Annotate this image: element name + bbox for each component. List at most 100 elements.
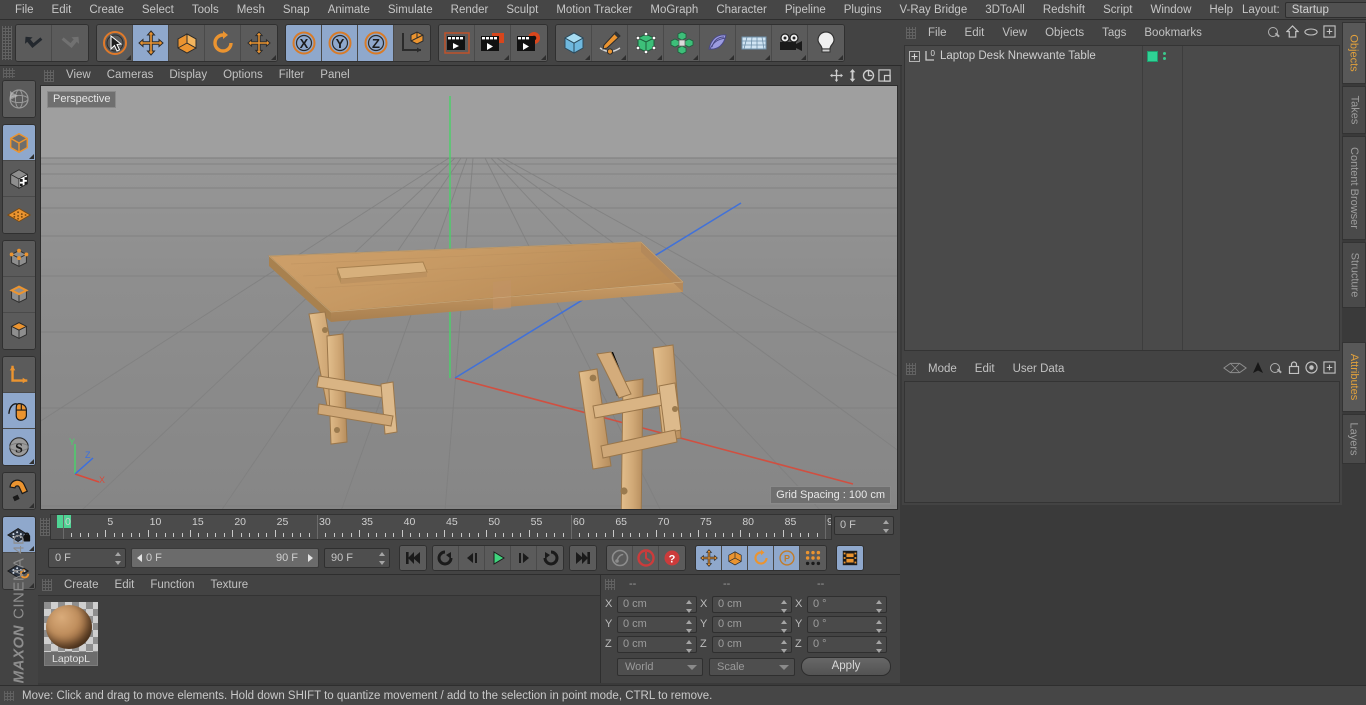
- viewport-camera-label[interactable]: Perspective: [47, 91, 117, 108]
- position-x-field[interactable]: 0 cm: [617, 595, 697, 613]
- x-axis-lock-button[interactable]: X: [286, 24, 322, 61]
- tab-attributes[interactable]: Attributes: [1342, 342, 1366, 412]
- menu-edit[interactable]: Edit: [43, 0, 81, 20]
- material-item[interactable]: LaptopL: [44, 602, 98, 666]
- visible-editor-dot[interactable]: [1163, 52, 1166, 55]
- coordinate-system-dropdown[interactable]: World: [617, 657, 703, 676]
- size-y-field[interactable]: 0 cm: [712, 615, 792, 633]
- viewmenu-view[interactable]: View: [58, 66, 99, 85]
- current-frame-field[interactable]: 0 F: [834, 516, 894, 535]
- target-icon[interactable]: [1305, 361, 1318, 377]
- rotation-y-field[interactable]: 0 °: [807, 615, 887, 633]
- toolbar-grip[interactable]: [2, 25, 12, 60]
- menu-simulate[interactable]: Simulate: [379, 0, 442, 20]
- objmgr-menu-file[interactable]: File: [919, 22, 956, 44]
- timeline-ruler[interactable]: 0 5 10 15 20 25 30 35 40 45 50 55 60 65 70 75 80 85 90: [50, 514, 832, 540]
- key-scale-button[interactable]: [722, 546, 748, 570]
- move-tool-button[interactable]: [133, 24, 169, 61]
- render-view-button[interactable]: [439, 24, 475, 61]
- home-icon[interactable]: [1285, 25, 1300, 41]
- z-axis-lock-button[interactable]: Z: [358, 24, 394, 61]
- tab-takes[interactable]: Takes: [1342, 86, 1366, 134]
- viewmenu-options[interactable]: Options: [215, 66, 271, 85]
- attr-menu-user-data[interactable]: User Data: [1004, 358, 1074, 380]
- preview-range-slider[interactable]: 0 F 90 F: [131, 548, 319, 568]
- tab-content-browser[interactable]: Content Browser: [1342, 136, 1366, 240]
- spinner-icon[interactable]: [876, 639, 883, 653]
- visibility-dots[interactable]: [1163, 52, 1166, 60]
- start-frame-field[interactable]: 0 F: [48, 548, 126, 568]
- visible-render-dot[interactable]: [1163, 57, 1166, 60]
- rotation-z-field[interactable]: 0 °: [807, 635, 887, 653]
- add-light-button[interactable]: [808, 24, 844, 61]
- menu-3dtoall[interactable]: 3DToAll: [976, 0, 1034, 20]
- spinner-icon[interactable]: [686, 619, 693, 633]
- viewport-solo-button[interactable]: [3, 393, 35, 429]
- material-tag-icon[interactable]: [1147, 50, 1158, 62]
- world-object-axis-button[interactable]: [394, 24, 430, 61]
- attr-menu-edit[interactable]: Edit: [966, 358, 1004, 380]
- enable-axis-button[interactable]: [3, 357, 35, 393]
- viewmenu-filter[interactable]: Filter: [271, 66, 313, 85]
- timeline-mode-button[interactable]: [837, 546, 863, 570]
- object-row[interactable]: 0 Laptop Desk Nnewvante Table: [905, 46, 1142, 66]
- spinner-icon[interactable]: [781, 599, 788, 613]
- rotate-tool-button[interactable]: [205, 24, 241, 61]
- menu-tools[interactable]: Tools: [183, 0, 228, 20]
- go-to-end-button[interactable]: [570, 546, 596, 570]
- menu-render[interactable]: Render: [442, 0, 498, 20]
- add-camera-button[interactable]: [772, 24, 808, 61]
- maximize-icon[interactable]: [878, 68, 892, 83]
- menu-pipeline[interactable]: Pipeline: [776, 0, 835, 20]
- menu-snap[interactable]: Snap: [274, 0, 319, 20]
- tab-objects[interactable]: Objects: [1342, 22, 1366, 84]
- add-modelling-object-button[interactable]: [664, 24, 700, 61]
- key-rotation-button[interactable]: [748, 546, 774, 570]
- polygons-mode-button[interactable]: [3, 313, 35, 349]
- viewmenu-panel[interactable]: Panel: [312, 66, 357, 85]
- coordinates-grip[interactable]: [605, 578, 615, 590]
- menu-select[interactable]: Select: [133, 0, 183, 20]
- search-icon[interactable]: [1269, 362, 1283, 376]
- object-tree-body[interactable]: 0 Laptop Desk Nnewvante Table: [904, 45, 1340, 351]
- viewport-grip[interactable]: [44, 69, 54, 82]
- objmgr-menu-tags[interactable]: Tags: [1093, 22, 1135, 44]
- viewmenu-cameras[interactable]: Cameras: [99, 66, 162, 85]
- workplane-mode-button[interactable]: [3, 197, 35, 233]
- material-menu-edit[interactable]: Edit: [107, 575, 143, 595]
- material-menu-create[interactable]: Create: [56, 575, 107, 595]
- attribute-manager-grip[interactable]: [906, 363, 916, 375]
- attribute-body[interactable]: [904, 381, 1340, 503]
- menu-window[interactable]: Window: [1141, 0, 1200, 20]
- menu-plugins[interactable]: Plugins: [835, 0, 891, 20]
- apply-button[interactable]: Apply: [801, 657, 891, 676]
- object-manager-grip[interactable]: [906, 27, 916, 39]
- spinner-icon[interactable]: [876, 599, 883, 613]
- texture-axis-mode-button[interactable]: [3, 81, 35, 117]
- move-alt-tool-button[interactable]: [241, 24, 277, 61]
- menu-sculpt[interactable]: Sculpt: [497, 0, 547, 20]
- menu-help[interactable]: Help: [1200, 0, 1242, 20]
- previous-frame-button[interactable]: [459, 546, 485, 570]
- add-floor-button[interactable]: [736, 24, 772, 61]
- spinner-icon[interactable]: [781, 639, 788, 653]
- tab-structure[interactable]: Structure: [1342, 242, 1366, 308]
- objmgr-menu-edit[interactable]: Edit: [956, 22, 994, 44]
- menu-redshift[interactable]: Redshift: [1034, 0, 1094, 20]
- menu-create[interactable]: Create: [80, 0, 133, 20]
- spinner-icon[interactable]: [686, 639, 693, 653]
- y-axis-lock-button[interactable]: Y: [322, 24, 358, 61]
- statusbar-grip[interactable]: [4, 690, 14, 701]
- end-frame-field[interactable]: 90 F: [324, 548, 390, 568]
- material-menu-function[interactable]: Function: [142, 575, 202, 595]
- play-button[interactable]: [485, 546, 511, 570]
- texture-mode-button[interactable]: [3, 161, 35, 197]
- points-mode-button[interactable]: [3, 241, 35, 277]
- menu-vray-bridge[interactable]: V-Ray Bridge: [890, 0, 976, 20]
- pan-icon[interactable]: [830, 68, 844, 83]
- next-key-button[interactable]: [537, 546, 563, 570]
- left-toolbar-grip[interactable]: [3, 68, 15, 78]
- eye-icon[interactable]: [1304, 27, 1318, 40]
- record-active-objects-button[interactable]: [633, 546, 659, 570]
- menu-mograph[interactable]: MoGraph: [641, 0, 707, 20]
